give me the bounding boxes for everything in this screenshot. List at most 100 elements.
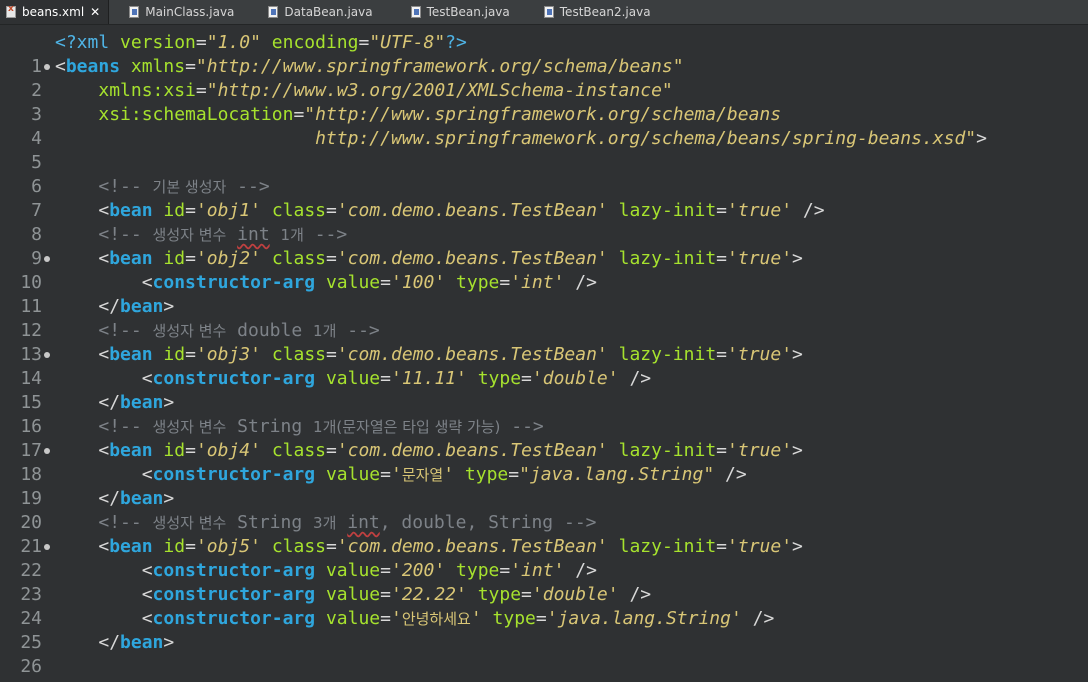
attr-value: 'int': [510, 560, 565, 581]
code-line: 11 <constructor-arg value='100' type='in…: [0, 271, 1088, 317]
attr-name: value: [325, 368, 381, 389]
code-line: 4 xsi:schemaLocation="http://www.springf…: [0, 103, 1088, 149]
code-line: 14 <bean id='obj3' class='com.demo.beans…: [0, 343, 1088, 389]
tag-name: constructor-arg: [152, 560, 316, 581]
attr-value: '안녕하세요': [390, 608, 482, 629]
attr-value: 'obj5': [195, 536, 261, 557]
attr-name: value: [325, 584, 381, 605]
attr-value: 'obj1': [195, 200, 261, 221]
tag-close: >: [792, 536, 803, 557]
code-line: 9 <!-- 생성자 변수 int 1개 -->: [0, 223, 1088, 269]
code-line: 16 </bean>: [0, 391, 1088, 437]
tag-close: />: [575, 560, 597, 581]
tag-close: />: [575, 272, 597, 293]
java-file-icon: [543, 6, 554, 18]
attr-name: class: [271, 440, 326, 461]
attr-name: xmlns:xsi: [98, 80, 196, 101]
attr-name: class: [271, 344, 326, 365]
code-line: 6: [0, 151, 1088, 197]
attr-value: 'obj4': [195, 440, 261, 461]
tag-name: bean: [109, 536, 153, 557]
code-line: 13 <!-- 생성자 변수 double 1개 -->: [0, 319, 1088, 365]
attr-name: xsi:schemaLocation: [98, 104, 294, 125]
attr-value: "java.lang.String": [519, 464, 715, 485]
tag-name: bean: [109, 200, 153, 221]
tag-name: bean: [120, 632, 164, 653]
code-line: 3 xmlns:xsi="http://www.w3.org/2001/XMLS…: [0, 79, 1088, 125]
code-line: 7 <!-- 기본 생성자 -->: [0, 175, 1088, 221]
attr-value: 'true': [727, 440, 793, 461]
attr-value: http://www.springframework.org/schema/be…: [315, 128, 977, 149]
attr-name: lazy-init: [618, 200, 717, 221]
attr-name: id: [163, 536, 186, 557]
java-file-icon: [129, 6, 140, 18]
attr-name: type: [477, 584, 522, 605]
tag-name: bean: [120, 488, 164, 509]
fold-toggle-icon[interactable]: [44, 64, 50, 70]
tag-name: bean: [120, 296, 164, 317]
attr-name: id: [163, 200, 186, 221]
tab-databean-java[interactable]: DataBean.java: [262, 0, 380, 24]
attr-name: class: [271, 200, 326, 221]
tag-name: constructor-arg: [152, 464, 316, 485]
attr-name: type: [456, 272, 500, 293]
attr-value: 'obj3': [195, 344, 261, 365]
tag-name: bean: [109, 344, 153, 365]
comment: <!-- 생성자 변수 double 1개 -->: [98, 320, 380, 341]
code-editor[interactable]: 1 <?xml version="1.0" encoding="UTF-8"?>…: [0, 25, 1088, 682]
code-line: 24 <constructor-arg value='22.22' type='…: [0, 583, 1088, 629]
attr-value: 'com.demo.beans.TestBean': [336, 344, 608, 365]
tab-label: beans.xml: [22, 5, 85, 19]
tab-testbean2-java[interactable]: TestBean2.java: [538, 0, 659, 24]
attr-value: 'true': [727, 248, 793, 269]
code-line: 18 <bean id='obj4' class='com.demo.beans…: [0, 439, 1088, 485]
attr-name: class: [271, 536, 326, 557]
attr-name: class: [271, 248, 326, 269]
attr-name: lazy-init: [618, 344, 717, 365]
attr-value: '200': [390, 560, 446, 581]
tab-beans-xml[interactable]: beans.xml ✕: [0, 0, 110, 24]
attr-value: "http://www.springframework.org/schema/b…: [195, 56, 684, 77]
tag-close: >: [792, 248, 803, 269]
fold-toggle-icon[interactable]: [44, 544, 50, 550]
comment: <!-- 기본 생성자 -->: [98, 176, 270, 197]
comment: <!-- 생성자 변수 String 3개 int, double, Strin…: [98, 512, 597, 533]
attr-value: '22.22': [390, 584, 467, 605]
fold-toggle-icon[interactable]: [44, 256, 50, 262]
attr-value: "UTF-8": [369, 32, 446, 53]
attr-name: value: [325, 560, 381, 581]
attr-name: type: [477, 368, 522, 389]
code-line: 5 http://www.springframework.org/schema/…: [0, 127, 1088, 173]
attr-name: id: [163, 440, 186, 461]
code-line: 23 <constructor-arg value='200' type='in…: [0, 559, 1088, 605]
attr-value: "1.0": [206, 32, 261, 53]
tab-label: DataBean.java: [284, 5, 373, 19]
tag-close: />: [629, 584, 652, 605]
code-line: 27: [0, 655, 1088, 682]
code-line: 15 <constructor-arg value='11.11' type='…: [0, 367, 1088, 413]
tag-close: >: [792, 440, 803, 461]
attr-value: 'true': [727, 536, 793, 557]
tab-testbean-java[interactable]: TestBean.java: [405, 0, 518, 24]
code-line: 8 <bean id='obj1' class='com.demo.beans.…: [0, 199, 1088, 245]
tag-name: constructor-arg: [152, 584, 316, 605]
close-icon[interactable]: ✕: [90, 5, 100, 19]
tab-label: TestBean.java: [426, 5, 510, 19]
fold-toggle-icon[interactable]: [44, 448, 50, 454]
xml-declaration-close: ?>: [445, 32, 467, 53]
xml-file-icon: [6, 4, 16, 18]
tab-mainclass-java[interactable]: MainClass.java: [123, 0, 242, 24]
attr-name: id: [163, 344, 186, 365]
code-line: 17 <!-- 생성자 변수 String 1개(문자열은 타입 생략 가능) …: [0, 415, 1088, 461]
attr-name: lazy-init: [618, 536, 717, 557]
java-file-icon: [268, 6, 279, 18]
attr-value: "http://www.springframework.org/schema/b…: [304, 104, 782, 125]
attr-value: 'com.demo.beans.TestBean': [336, 248, 608, 269]
comment: <!-- 생성자 변수 int 1개 -->: [98, 224, 348, 245]
xml-declaration: <?xml: [55, 32, 121, 53]
tab-label: TestBean2.java: [559, 5, 651, 19]
fold-toggle-icon[interactable]: [44, 352, 50, 358]
tag-close: />: [752, 608, 775, 629]
tag-close: >: [976, 128, 987, 149]
attr-value: 'double': [531, 368, 619, 389]
